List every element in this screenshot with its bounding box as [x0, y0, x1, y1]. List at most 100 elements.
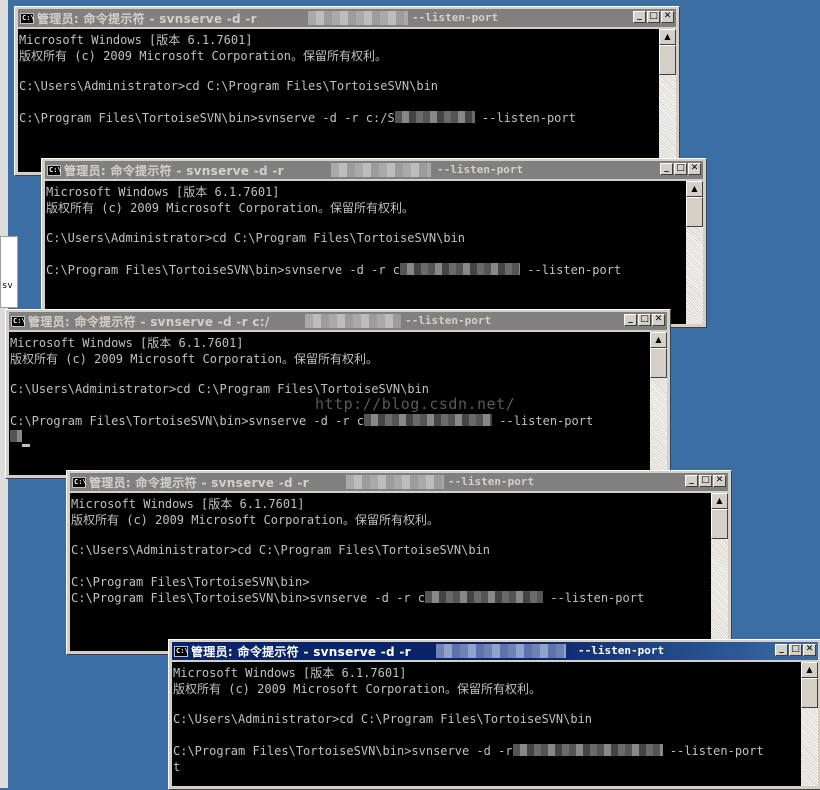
- scroll-up-button[interactable]: ▲: [801, 662, 818, 678]
- close-button[interactable]: ✕: [713, 475, 726, 487]
- redacted-region: [364, 414, 493, 426]
- close-button[interactable]: ✕: [688, 163, 701, 175]
- cmd-window-3[interactable]: C:\ 管理员: 命令提示符 - svnserve -d -r c:/ --li…: [5, 309, 671, 479]
- minimize-button[interactable]: _: [775, 644, 788, 656]
- console-line: C:\Users\Administrator>cd C:\Program Fil…: [46, 231, 466, 245]
- scroll-up-button[interactable]: ▲: [711, 493, 728, 509]
- console-body[interactable]: Microsoft Windows [版本 6.1.7601] 版权所有 (c)…: [172, 662, 818, 786]
- window-title: 管理员: 命令提示符 - svnserve -d -r: [191, 644, 411, 659]
- window-title: 管理员: 命令提示符 - svnserve -d -r: [37, 11, 257, 26]
- cmd-window-2[interactable]: C:\ 管理员: 命令提示符 - svnserve -d -r --listen…: [41, 158, 707, 328]
- console-line: Microsoft Windows [版本 6.1.7601]: [19, 33, 253, 47]
- maximize-button[interactable]: □: [647, 11, 660, 23]
- cmd-icon: C:\: [72, 476, 87, 488]
- window-title: 管理员: 命令提示符 - svnserve -d -r c:/: [28, 314, 270, 329]
- title-bar[interactable]: C:\ 管理员: 命令提示符 - svnserve -d -r c:/ --li…: [9, 312, 667, 330]
- close-button[interactable]: ✕: [652, 314, 665, 326]
- scroll-thumb[interactable]: [801, 678, 818, 708]
- maximize-button[interactable]: □: [674, 163, 687, 175]
- command-flag: --listen-port: [669, 744, 764, 758]
- console-body[interactable]: Microsoft Windows [版本 6.1.7601] 版权所有 (c)…: [70, 493, 728, 651]
- console-line: C:\Program Files\TortoiseSVN\bin>: [71, 575, 310, 589]
- window-title-suffix: --listen-port: [437, 163, 524, 176]
- window-title-suffix: --listen-port: [405, 314, 492, 327]
- console-line: 版权所有 (c) 2009 Microsoft Corporation。保留所有…: [19, 49, 387, 63]
- redacted-region: [394, 111, 475, 123]
- scroll-up-button[interactable]: ▲: [659, 29, 676, 45]
- scroll-thumb[interactable]: [686, 197, 703, 227]
- scroll-thumb[interactable]: [659, 45, 676, 75]
- close-button[interactable]: ✕: [661, 11, 674, 23]
- redacted-region: [436, 644, 566, 658]
- window-title: 管理员: 命令提示符 - svnserve -d -r: [64, 163, 284, 178]
- desktop-window-edge: sv: [0, 236, 18, 308]
- console-output: Microsoft Windows [版本 6.1.7601] 版权所有 (c)…: [70, 493, 711, 651]
- console-line: 版权所有 (c) 2009 Microsoft Corporation。保留所有…: [10, 352, 378, 366]
- redacted-region: [331, 163, 431, 177]
- command-flag: --listen-port: [499, 414, 594, 428]
- scroll-up-button[interactable]: ▲: [686, 181, 703, 197]
- console-line: C:\Program Files\TortoiseSVN\bin>svnserv…: [10, 414, 650, 430]
- console-line: C:\Users\Administrator>cd C:\Program Fil…: [71, 543, 491, 557]
- command-flag: --listen-port: [481, 111, 576, 125]
- command-text: C:\Program Files\TortoiseSVN\bin>svnserv…: [19, 111, 395, 125]
- redacted-region: [512, 744, 663, 756]
- command-text: C:\Program Files\TortoiseSVN\bin>svnserv…: [46, 263, 401, 277]
- console-body[interactable]: Microsoft Windows [版本 6.1.7601] 版权所有 (c)…: [18, 29, 676, 172]
- redacted-region: [400, 263, 521, 275]
- text-cursor: [22, 444, 30, 447]
- command-text: C:\Program Files\TortoiseSVN\bin>svnserv…: [10, 414, 365, 428]
- vertical-scrollbar[interactable]: ▲: [711, 493, 728, 651]
- window-title-suffix: --listen-port: [412, 11, 499, 24]
- command-flag: --listen-port: [527, 263, 622, 277]
- cmd-window-5[interactable]: C:\ 管理员: 命令提示符 - svnserve -d -r --listen…: [168, 639, 820, 790]
- window-title-suffix: --listen-port: [448, 475, 535, 488]
- vertical-scrollbar[interactable]: ▲: [650, 332, 667, 475]
- maximize-button[interactable]: □: [638, 314, 651, 326]
- window-title-suffix: --listen-port: [578, 644, 665, 657]
- console-line: Microsoft Windows [版本 6.1.7601]: [173, 666, 407, 680]
- title-bar[interactable]: C:\ 管理员: 命令提示符 - svnserve -d -r --listen…: [45, 161, 703, 179]
- cmd-window-1[interactable]: C:\ 管理员: 命令提示符 - svnserve -d -r --listen…: [14, 6, 680, 176]
- vertical-scrollbar[interactable]: ▲: [659, 29, 676, 172]
- scroll-thumb[interactable]: [711, 509, 728, 539]
- close-button[interactable]: ✕: [803, 644, 816, 656]
- cmd-icon: C:\: [11, 315, 26, 327]
- console-line: t: [173, 760, 181, 774]
- console-line: Microsoft Windows [版本 6.1.7601]: [46, 185, 280, 199]
- vertical-scrollbar[interactable]: ▲: [801, 662, 818, 786]
- console-line: 版权所有 (c) 2009 Microsoft Corporation。保留所有…: [173, 682, 541, 696]
- title-bar[interactable]: C:\ 管理员: 命令提示符 - svnserve -d -r --listen…: [70, 473, 728, 491]
- minimize-button[interactable]: _: [633, 11, 646, 23]
- console-line: 版权所有 (c) 2009 Microsoft Corporation。保留所有…: [71, 513, 439, 527]
- title-bar[interactable]: C:\ 管理员: 命令提示符 - svnserve -d -r --listen…: [18, 9, 676, 27]
- maximize-button[interactable]: □: [699, 475, 712, 487]
- minimize-button[interactable]: _: [660, 163, 673, 175]
- watermark-text: http://blog.csdn.net/: [315, 395, 516, 413]
- vertical-scrollbar[interactable]: ▲: [686, 181, 703, 324]
- maximize-button[interactable]: □: [789, 644, 802, 656]
- console-line: 版权所有 (c) 2009 Microsoft Corporation。保留所有…: [46, 201, 414, 215]
- console-line: Microsoft Windows [版本 6.1.7601]: [71, 497, 305, 511]
- cmd-window-4[interactable]: C:\ 管理员: 命令提示符 - svnserve -d -r --listen…: [66, 470, 732, 655]
- console-line: C:\Users\Administrator>cd C:\Program Fil…: [173, 712, 593, 726]
- console-body[interactable]: Microsoft Windows [版本 6.1.7601] 版权所有 (c)…: [45, 181, 703, 324]
- scroll-thumb[interactable]: [650, 348, 667, 378]
- console-line: C:\Program Files\TortoiseSVN\bin>svnserv…: [173, 744, 801, 760]
- console-line: Microsoft Windows [版本 6.1.7601]: [10, 336, 244, 350]
- console-output: Microsoft Windows [版本 6.1.7601] 版权所有 (c)…: [18, 29, 659, 172]
- scroll-up-button[interactable]: ▲: [650, 332, 667, 348]
- console-output: Microsoft Windows [版本 6.1.7601] 版权所有 (c)…: [45, 181, 686, 324]
- minimize-button[interactable]: _: [685, 475, 698, 487]
- title-bar[interactable]: C:\ 管理员: 命令提示符 - svnserve -d -r --listen…: [172, 642, 818, 660]
- redacted-region: [346, 475, 444, 489]
- window-title: 管理员: 命令提示符 - svnserve -d -r: [89, 475, 309, 490]
- minimize-button[interactable]: _: [624, 314, 637, 326]
- desktop-side-label: sv: [2, 281, 13, 291]
- redacted-region: [305, 314, 401, 328]
